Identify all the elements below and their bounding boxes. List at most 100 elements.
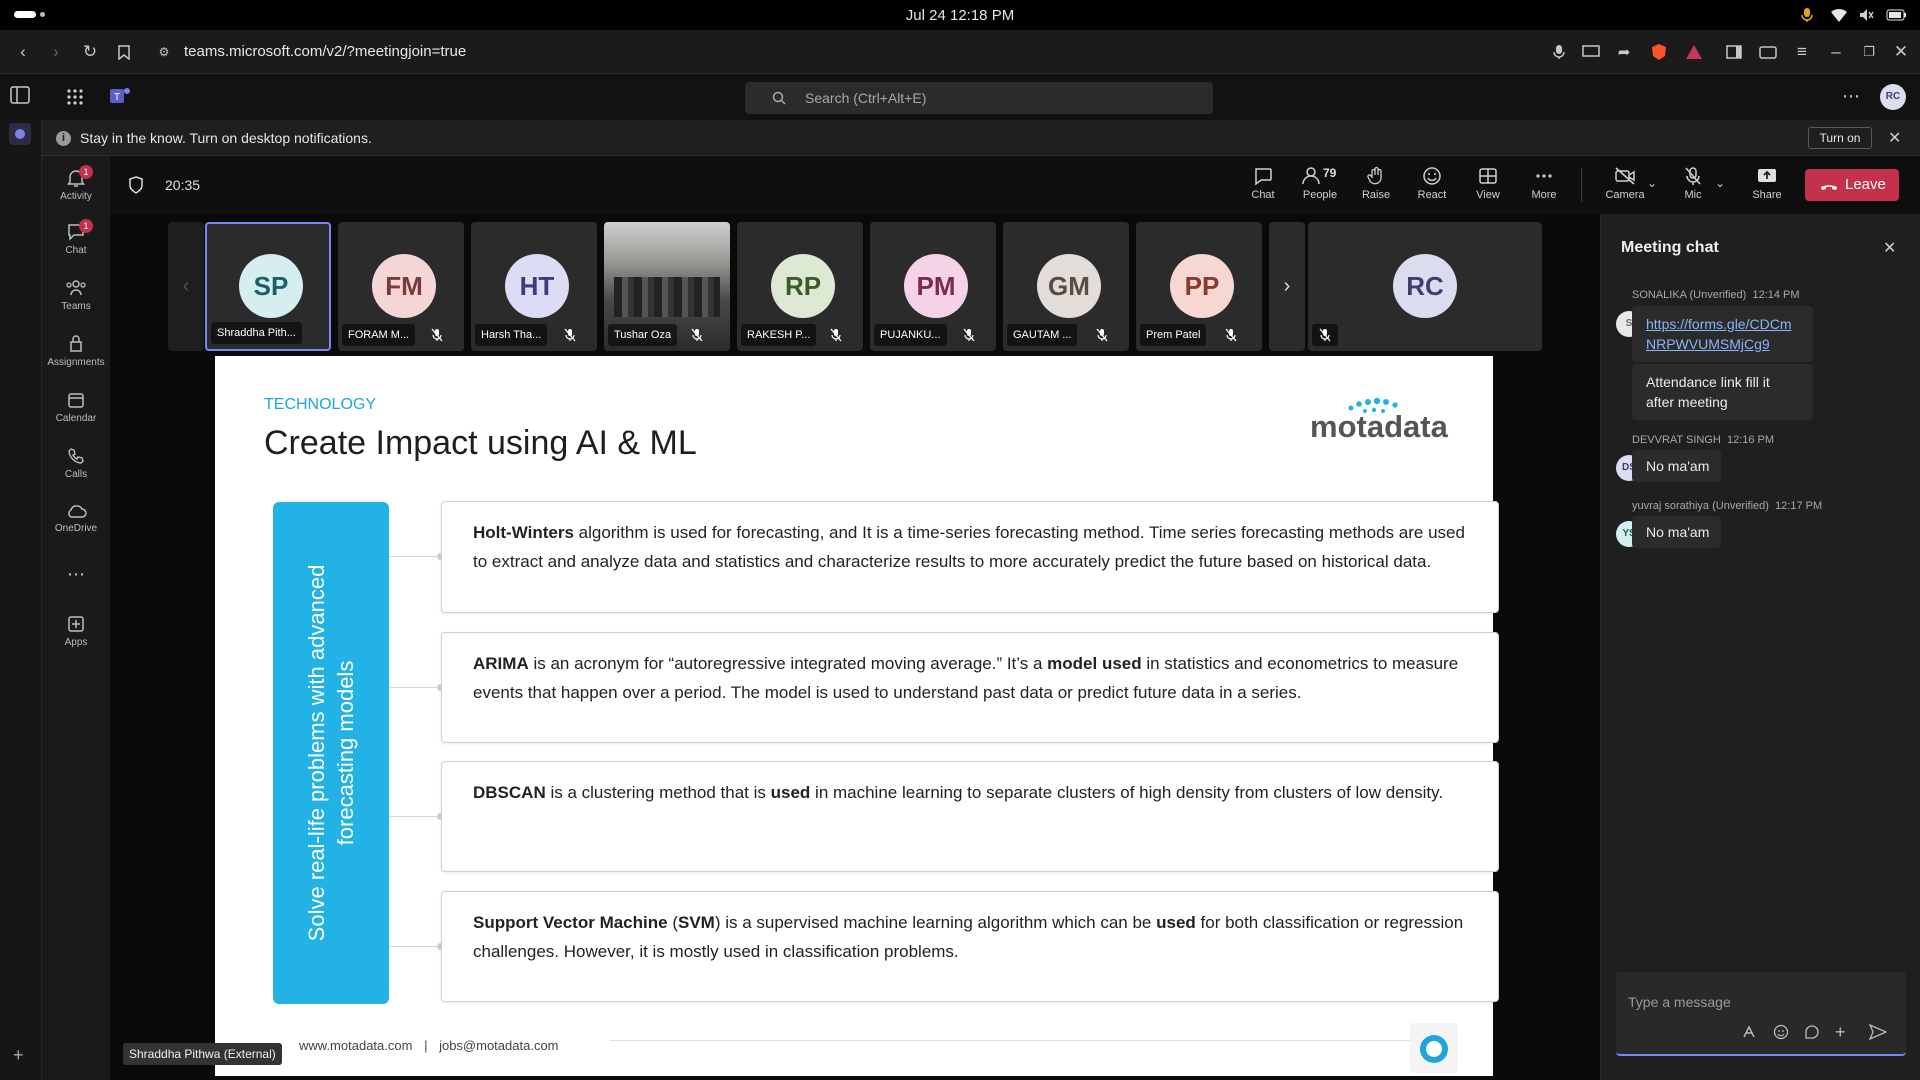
meeting-chat-panel: Meeting chat ✕ SONALIKA (Unverified) 12:… (1600, 214, 1920, 1080)
sticker-icon[interactable] (1804, 1024, 1820, 1040)
rail-onedrive[interactable]: OneDrive (42, 502, 110, 534)
reload-icon[interactable]: ↻ (79, 41, 101, 63)
battery-icon[interactable] (1886, 8, 1908, 22)
gallery-next-button[interactable]: › (1269, 222, 1305, 351)
participant-name: PUJANKU... (874, 324, 947, 346)
chat-toggle-button[interactable]: Chat (1236, 166, 1290, 218)
sidebar-panel-icon[interactable] (10, 86, 30, 104)
card-text: in machine learning to separate clusters… (810, 783, 1444, 802)
wifi-icon[interactable] (1830, 7, 1848, 23)
participant-tile[interactable]: PP Prem Patel (1136, 222, 1262, 351)
svg-text:T: T (114, 92, 120, 103)
send-icon[interactable] (1869, 1024, 1887, 1040)
leave-button[interactable]: Leave (1805, 169, 1899, 201)
add-panel-icon[interactable]: + (13, 1045, 24, 1066)
shared-slide: TECHNOLOGY Create Impact using AI & ML m… (215, 356, 1499, 1076)
participant-tile[interactable]: HT Harsh Tha... (471, 222, 597, 351)
more-button[interactable]: More (1517, 166, 1571, 201)
rail-calls[interactable]: Calls (42, 446, 110, 480)
volume-icon[interactable] (1858, 7, 1874, 23)
restore-icon[interactable]: ❐ (1858, 41, 1880, 63)
form-link[interactable]: https://forms.gle/CDCmNRPWVUMSMjCg9 (1646, 314, 1801, 354)
mic-options-chevron-icon[interactable]: ⌄ (1715, 176, 1725, 190)
rail-teams[interactable]: Teams (42, 278, 110, 312)
phone-icon (68, 448, 84, 464)
camera-button[interactable]: Camera (1598, 166, 1652, 201)
participant-tile[interactable]: RP RAKESH P... (737, 222, 863, 351)
card-text: algorithm is used for forecasting, and I… (473, 523, 1465, 571)
teams-header: T Search (Ctrl+Alt+E) ⋯ RC (0, 74, 1920, 120)
site-settings-icon[interactable]: ⚙ (153, 41, 175, 63)
app-launcher-icon[interactable] (66, 88, 84, 106)
connector-line (389, 556, 441, 557)
mic-button[interactable]: Mic (1666, 166, 1720, 201)
slide-card-arima: ARIMA is an acronym for “autoregressive … (441, 632, 1499, 743)
brave-shield-icon[interactable] (1648, 41, 1670, 63)
card-term: Support Vector Machine (473, 913, 668, 932)
message-text: Attendance link fill it after meeting (1646, 374, 1770, 410)
close-banner-icon[interactable]: ✕ (1888, 128, 1901, 148)
message-compose-box[interactable]: Type a message + (1616, 972, 1906, 1056)
view-button[interactable]: View (1461, 166, 1515, 201)
participant-avatar: GM (1037, 254, 1101, 318)
menu-icon[interactable]: ≡ (1791, 41, 1813, 63)
teams-tab-icon[interactable] (9, 123, 31, 145)
attach-plus-icon[interactable]: + (1835, 1022, 1846, 1043)
react-label: React (1417, 189, 1447, 201)
format-icon[interactable] (1742, 1024, 1758, 1040)
wallet-icon[interactable] (1757, 41, 1779, 63)
close-chat-icon[interactable]: ✕ (1883, 238, 1896, 258)
rail-assignments[interactable]: Assignments (42, 334, 110, 368)
slide-category: TECHNOLOGY (264, 396, 377, 413)
user-avatar[interactable]: RC (1880, 84, 1906, 110)
turn-on-button[interactable]: Turn on (1808, 127, 1872, 149)
people-icon: 79 (1302, 166, 1337, 185)
more-icon (1536, 174, 1552, 178)
self-view-tile[interactable]: RC (1308, 222, 1542, 351)
forward-icon[interactable]: › (45, 41, 67, 63)
search-box[interactable]: Search (Ctrl+Alt+E) (745, 82, 1213, 114)
bookmark-icon[interactable] (113, 41, 135, 63)
rail-apps[interactable]: Apps (42, 614, 110, 648)
react-button[interactable]: React (1405, 166, 1459, 201)
share-page-icon[interactable]: ➦ (1613, 41, 1635, 63)
raise-hand-button[interactable]: Raise (1349, 166, 1403, 201)
camera-options-chevron-icon[interactable]: ⌄ (1647, 176, 1657, 190)
url-bar[interactable]: teams.microsoft.com/v2/?meetingjoin=true (184, 43, 466, 60)
cast-icon[interactable] (1580, 41, 1602, 63)
assistant-widget[interactable] (1410, 1023, 1458, 1073)
mic-permission-icon[interactable] (1548, 41, 1570, 63)
minimize-icon[interactable]: – (1825, 41, 1847, 63)
rail-chat[interactable]: 1 Chat (42, 219, 110, 256)
mic-label: Mic (1684, 189, 1702, 201)
card-emphasis: SVM (677, 913, 715, 932)
participant-tile[interactable]: FM FORAM M... (338, 222, 464, 351)
chat-title: Meeting chat (1621, 239, 1719, 256)
participant-video-tile[interactable]: Tushar Oza (604, 222, 730, 351)
gallery-prev-button[interactable]: ‹ (168, 222, 204, 351)
share-screen-icon (1758, 169, 1776, 182)
back-icon[interactable]: ‹ (12, 41, 34, 63)
brave-rewards-icon[interactable] (1683, 41, 1705, 63)
rail-activity[interactable]: 1 Activity (42, 165, 110, 202)
rail-calendar[interactable]: Calendar (42, 390, 110, 424)
participant-tile[interactable]: PM PUJANKU... (870, 222, 996, 351)
share-button[interactable]: Share (1740, 166, 1794, 201)
browser-sidebar: + (0, 120, 42, 1080)
close-window-icon[interactable]: ✕ (1890, 41, 1912, 63)
participant-tile[interactable]: GM GAUTAM ... (1003, 222, 1129, 351)
sidebar-toggle-icon[interactable] (1723, 41, 1745, 63)
shield-icon[interactable] (128, 176, 144, 194)
system-clock[interactable]: Jul 24 12:18 PM (0, 7, 1920, 24)
rail-calls-label: Calls (64, 469, 88, 480)
people-button[interactable]: 79 People (1293, 166, 1347, 201)
footer-rule (610, 1040, 1430, 1041)
participant-tile[interactable]: SP Shraddha Pith... (205, 222, 331, 351)
os-top-bar: Jul 24 12:18 PM (0, 0, 1920, 30)
emoji-icon[interactable] (1773, 1024, 1789, 1040)
more-apps-icon[interactable]: ⋯ (42, 564, 110, 585)
muted-mic-icon (963, 328, 975, 342)
message-text: No ma'am (1646, 524, 1710, 540)
muted-mic-icon (1225, 328, 1237, 342)
more-options-icon[interactable]: ⋯ (1842, 86, 1860, 107)
